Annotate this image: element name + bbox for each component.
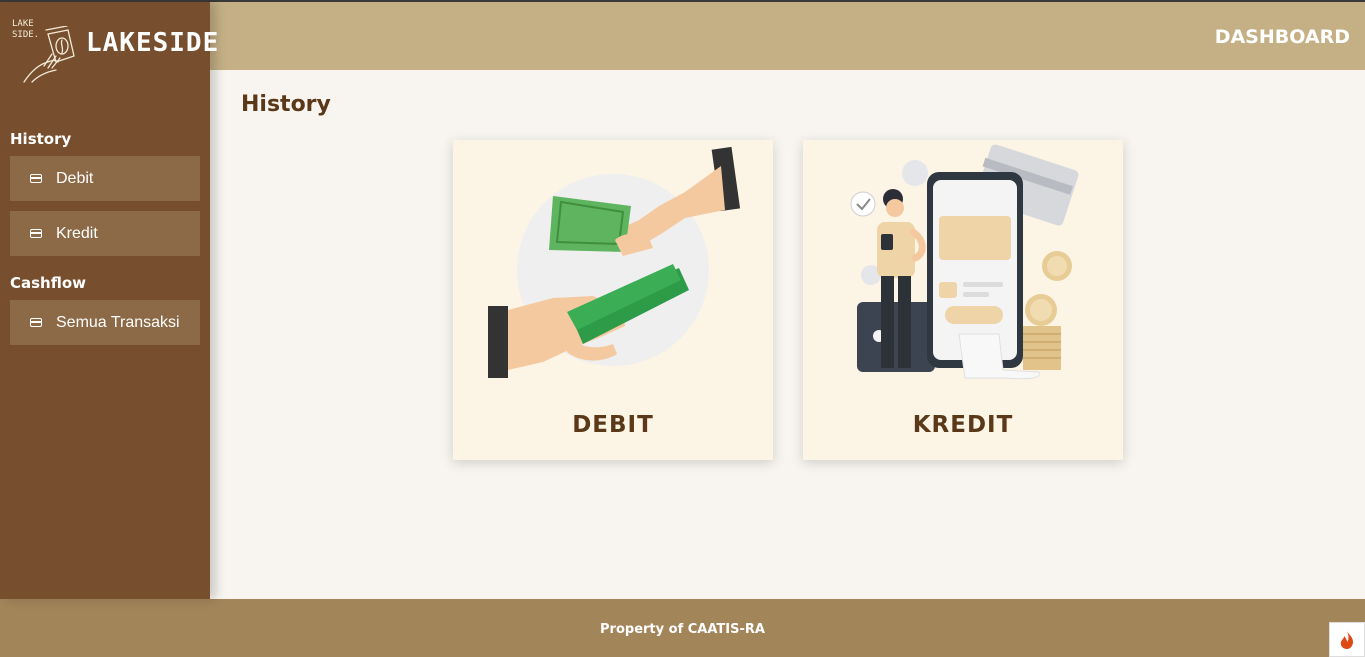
sidebar: LAKE SIDE. LAKESIDE History Debit Kredit… bbox=[0, 2, 218, 599]
sidebar-item-label: Kredit bbox=[56, 224, 98, 242]
debit-card-label: DEBIT bbox=[572, 412, 654, 438]
nav-heading-history: History bbox=[10, 130, 72, 148]
sidebar-item-semua-transaksi[interactable]: Semua Transaksi bbox=[10, 300, 200, 345]
card-icon bbox=[30, 229, 42, 238]
cash-handover-illustration bbox=[488, 146, 741, 378]
nav-heading-cashflow: Cashflow bbox=[10, 274, 87, 292]
card-icon bbox=[30, 174, 42, 183]
coffee-hand-icon bbox=[23, 26, 75, 83]
kredit-card[interactable]: KREDIT bbox=[803, 140, 1123, 460]
top-header: DASHBOARD bbox=[210, 2, 1365, 70]
footer-text: Property of CAATIS-RA bbox=[600, 622, 765, 637]
sidebar-item-label: Debit bbox=[56, 169, 94, 187]
sidebar-item-kredit[interactable]: Kredit bbox=[10, 211, 200, 256]
flame-icon[interactable] bbox=[1329, 622, 1365, 657]
header-title[interactable]: DASHBOARD bbox=[1215, 26, 1350, 48]
card-icon bbox=[30, 318, 42, 327]
sidebar-item-label: Semua Transaksi bbox=[56, 313, 180, 331]
debit-card[interactable]: DEBIT bbox=[453, 140, 773, 460]
mobile-payment-illustration bbox=[850, 144, 1079, 380]
brand-logo[interactable]: LAKE SIDE. LAKESIDE bbox=[12, 19, 218, 84]
kredit-card-label: KREDIT bbox=[912, 412, 1014, 438]
brand-name: LAKESIDE bbox=[86, 28, 220, 58]
page-title: History bbox=[241, 92, 331, 117]
sidebar-item-debit[interactable]: Debit bbox=[10, 156, 200, 201]
footer: Property of CAATIS-RA bbox=[0, 599, 1365, 657]
